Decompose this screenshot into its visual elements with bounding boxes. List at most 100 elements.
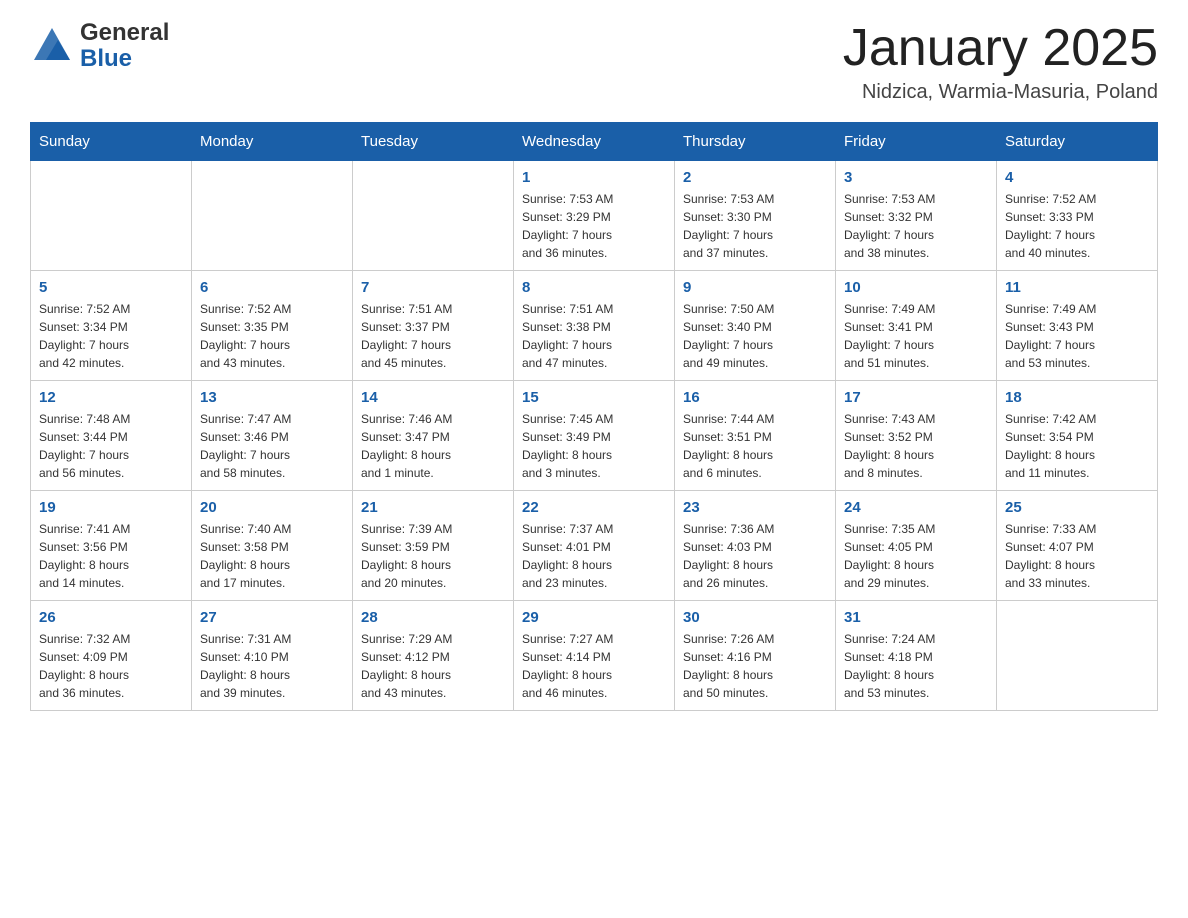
day-number: 4 — [1005, 169, 1149, 186]
day-number: 11 — [1005, 279, 1149, 296]
day-info: Sunrise: 7:51 AMSunset: 3:38 PMDaylight:… — [522, 300, 666, 372]
calendar-body: 1 Sunrise: 7:53 AMSunset: 3:29 PMDaylight… — [31, 161, 1158, 711]
day-number: 31 — [844, 609, 988, 626]
day-info: Sunrise: 7:37 AMSunset: 4:01 PMDaylight:… — [522, 520, 666, 592]
day-info: Sunrise: 7:31 AMSunset: 4:10 PMDaylight:… — [200, 630, 344, 702]
calendar-day-cell: 22 Sunrise: 7:37 AMSunset: 4:01 PMDayligh… — [514, 491, 675, 601]
calendar-day-cell — [353, 161, 514, 271]
calendar-day-cell: 8Sunrise: 7:51 AMSunset: 3:38 PMDaylight… — [514, 271, 675, 381]
logo-icon — [30, 24, 74, 68]
day-info: Sunrise: 7:24 AMSunset: 4:18 PMDaylight:… — [844, 630, 988, 702]
calendar-day-cell: 13 Sunrise: 7:47 AMSunset: 3:46 PMDayligh… — [192, 381, 353, 491]
day-info: Sunrise: 7:32 AMSunset: 4:09 PMDaylight:… — [39, 630, 183, 702]
day-number: 13 — [200, 389, 344, 406]
day-info: Sunrise: 7:45 AMSunset: 3:49 PMDaylight:… — [522, 410, 666, 482]
day-number: 24 — [844, 499, 988, 516]
calendar-day-cell: 30 Sunrise: 7:26 AMSunset: 4:16 PMDayligh… — [675, 601, 836, 711]
day-of-week-header: Sunday — [31, 123, 192, 161]
day-info: Sunrise: 7:44 AMSunset: 3:51 PMDaylight:… — [683, 410, 827, 482]
day-info: Sunrise: 7:47 AMSunset: 3:46 PMDaylight:… — [200, 410, 344, 482]
day-info: Sunrise: 7:33 AMSunset: 4:07 PMDaylight:… — [1005, 520, 1149, 592]
day-number: 17 — [844, 389, 988, 406]
calendar-day-cell: 28Sunrise: 7:29 AMSunset: 4:12 PMDayligh… — [353, 601, 514, 711]
calendar-day-cell: 6 Sunrise: 7:52 AMSunset: 3:35 PMDaylight… — [192, 271, 353, 381]
day-number: 9 — [683, 279, 827, 296]
day-info: Sunrise: 7:41 AMSunset: 3:56 PMDaylight:… — [39, 520, 183, 592]
calendar-week-row: 26 Sunrise: 7:32 AMSunset: 4:09 PMDayligh… — [31, 601, 1158, 711]
calendar-day-cell — [192, 161, 353, 271]
calendar-day-cell: 31 Sunrise: 7:24 AMSunset: 4:18 PMDayligh… — [836, 601, 997, 711]
day-of-week-header: Tuesday — [353, 123, 514, 161]
day-info: Sunrise: 7:40 AMSunset: 3:58 PMDaylight:… — [200, 520, 344, 592]
page-subtitle: Nidzica, Warmia-Masuria, Poland — [843, 81, 1158, 104]
calendar-day-cell: 23 Sunrise: 7:36 AMSunset: 4:03 PMDayligh… — [675, 491, 836, 601]
day-number: 20 — [200, 499, 344, 516]
calendar-week-row: 1 Sunrise: 7:53 AMSunset: 3:29 PMDaylight… — [31, 161, 1158, 271]
calendar-day-cell: 17 Sunrise: 7:43 AMSunset: 3:52 PMDayligh… — [836, 381, 997, 491]
day-info: Sunrise: 7:27 AMSunset: 4:14 PMDaylight:… — [522, 630, 666, 702]
day-info: Sunrise: 7:26 AMSunset: 4:16 PMDaylight:… — [683, 630, 827, 702]
calendar-header: SundayMondayTuesdayWednesdayThursdayFrid… — [31, 123, 1158, 161]
calendar-day-cell — [31, 161, 192, 271]
calendar-day-cell: 25Sunrise: 7:33 AMSunset: 4:07 PMDayligh… — [997, 491, 1158, 601]
day-info: Sunrise: 7:53 AMSunset: 3:29 PMDaylight:… — [522, 190, 666, 262]
day-number: 3 — [844, 169, 988, 186]
calendar-day-cell: 19Sunrise: 7:41 AMSunset: 3:56 PMDayligh… — [31, 491, 192, 601]
day-number: 15 — [522, 389, 666, 406]
calendar-day-cell: 3Sunrise: 7:53 AMSunset: 3:32 PMDaylight… — [836, 161, 997, 271]
day-of-week-header: Monday — [192, 123, 353, 161]
day-number: 22 — [522, 499, 666, 516]
title-block: January 2025 Nidzica, Warmia-Masuria, Po… — [843, 20, 1158, 104]
calendar-day-cell: 1 Sunrise: 7:53 AMSunset: 3:29 PMDaylight… — [514, 161, 675, 271]
calendar-day-cell: 20 Sunrise: 7:40 AMSunset: 3:58 PMDayligh… — [192, 491, 353, 601]
logo-name: General Blue — [80, 20, 169, 73]
day-of-week-header: Friday — [836, 123, 997, 161]
calendar-week-row: 12Sunrise: 7:48 AMSunset: 3:44 PMDayligh… — [31, 381, 1158, 491]
calendar-day-cell: 26 Sunrise: 7:32 AMSunset: 4:09 PMDayligh… — [31, 601, 192, 711]
calendar-table: SundayMondayTuesdayWednesdayThursdayFrid… — [30, 122, 1158, 711]
days-of-week-row: SundayMondayTuesdayWednesdayThursdayFrid… — [31, 123, 1158, 161]
page-header: General Blue January 2025 Nidzica, Warmi… — [30, 20, 1158, 104]
day-number: 18 — [1005, 389, 1149, 406]
day-of-week-header: Thursday — [675, 123, 836, 161]
day-number: 7 — [361, 279, 505, 296]
calendar-day-cell: 4 Sunrise: 7:52 AMSunset: 3:33 PMDaylight… — [997, 161, 1158, 271]
logo-general-text: General — [80, 20, 169, 46]
logo-blue-text: Blue — [80, 46, 169, 72]
day-info: Sunrise: 7:36 AMSunset: 4:03 PMDaylight:… — [683, 520, 827, 592]
day-info: Sunrise: 7:52 AMSunset: 3:34 PMDaylight:… — [39, 300, 183, 372]
day-of-week-header: Wednesday — [514, 123, 675, 161]
calendar-day-cell: 9 Sunrise: 7:50 AMSunset: 3:40 PMDaylight… — [675, 271, 836, 381]
day-info: Sunrise: 7:52 AMSunset: 3:35 PMDaylight:… — [200, 300, 344, 372]
day-number: 30 — [683, 609, 827, 626]
day-info: Sunrise: 7:29 AMSunset: 4:12 PMDaylight:… — [361, 630, 505, 702]
page-title: January 2025 — [843, 20, 1158, 77]
day-number: 23 — [683, 499, 827, 516]
day-info: Sunrise: 7:51 AMSunset: 3:37 PMDaylight:… — [361, 300, 505, 372]
day-number: 16 — [683, 389, 827, 406]
day-info: Sunrise: 7:53 AMSunset: 3:30 PMDaylight:… — [683, 190, 827, 262]
day-info: Sunrise: 7:39 AMSunset: 3:59 PMDaylight:… — [361, 520, 505, 592]
day-info: Sunrise: 7:46 AMSunset: 3:47 PMDaylight:… — [361, 410, 505, 482]
day-number: 14 — [361, 389, 505, 406]
day-number: 1 — [522, 169, 666, 186]
day-of-week-header: Saturday — [997, 123, 1158, 161]
day-number: 26 — [39, 609, 183, 626]
calendar-day-cell: 10Sunrise: 7:49 AMSunset: 3:41 PMDayligh… — [836, 271, 997, 381]
day-info: Sunrise: 7:42 AMSunset: 3:54 PMDaylight:… — [1005, 410, 1149, 482]
day-number: 2 — [683, 169, 827, 186]
day-number: 5 — [39, 279, 183, 296]
day-number: 27 — [200, 609, 344, 626]
day-info: Sunrise: 7:50 AMSunset: 3:40 PMDaylight:… — [683, 300, 827, 372]
day-info: Sunrise: 7:35 AMSunset: 4:05 PMDaylight:… — [844, 520, 988, 592]
day-number: 10 — [844, 279, 988, 296]
calendar-week-row: 5 Sunrise: 7:52 AMSunset: 3:34 PMDaylight… — [31, 271, 1158, 381]
calendar-day-cell: 27 Sunrise: 7:31 AMSunset: 4:10 PMDayligh… — [192, 601, 353, 711]
calendar-day-cell: 12Sunrise: 7:48 AMSunset: 3:44 PMDayligh… — [31, 381, 192, 491]
day-info: Sunrise: 7:49 AMSunset: 3:43 PMDaylight:… — [1005, 300, 1149, 372]
day-number: 6 — [200, 279, 344, 296]
day-number: 21 — [361, 499, 505, 516]
day-info: Sunrise: 7:43 AMSunset: 3:52 PMDaylight:… — [844, 410, 988, 482]
calendar-week-row: 19Sunrise: 7:41 AMSunset: 3:56 PMDayligh… — [31, 491, 1158, 601]
day-info: Sunrise: 7:52 AMSunset: 3:33 PMDaylight:… — [1005, 190, 1149, 262]
